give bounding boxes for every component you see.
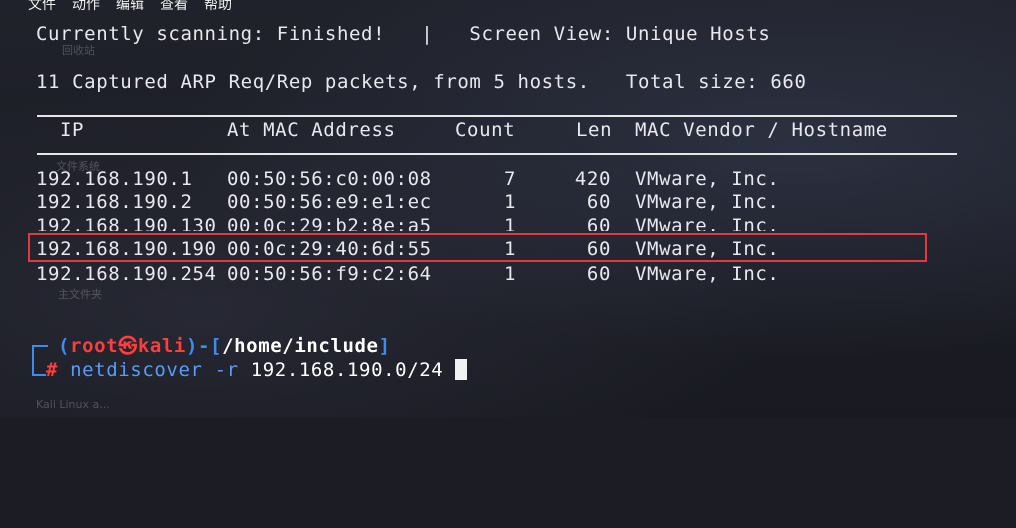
terminal-output[interactable]: Currently scanning: Finished! | Screen V…	[0, 0, 1016, 418]
cell-vendor: VMware, Inc.	[635, 168, 780, 190]
cell-ip: 192.168.190.254	[36, 263, 217, 285]
cell-ip: 192.168.190.130	[36, 215, 217, 231]
cell-mac: 00:50:56:e9:e1:ec	[227, 191, 432, 213]
cell-vendor: VMware, Inc.	[635, 215, 780, 231]
cell-len: 60	[586, 191, 611, 213]
shell-prompt-header: (root㉿kali)-[/home/include]	[58, 334, 391, 358]
cell-count: 1	[503, 215, 516, 231]
command-target: 192.168.190.0/24	[250, 359, 444, 381]
header-len: Len	[576, 119, 613, 141]
cell-count: 1	[503, 263, 516, 285]
table-top-rule	[37, 115, 957, 117]
cell-mac: 00:0c:29:b2:8e:a5	[227, 215, 432, 231]
table-row: 192.168.190.254 00:50:56:f9:c2:64 1 60 V…	[36, 262, 936, 286]
cell-mac: 00:50:56:c0:00:08	[227, 168, 432, 190]
cell-len: 60	[586, 215, 611, 231]
cell-len: 60	[586, 263, 611, 285]
scan-status-line: Currently scanning: Finished! | Screen V…	[36, 23, 771, 45]
prompt-user: root	[70, 335, 119, 357]
capture-summary-line: 11 Captured ARP Req/Rep packets, from 5 …	[36, 71, 807, 93]
command-line[interactable]: # netdiscover -r 192.168.190.0/24	[46, 358, 468, 382]
cell-len: 420	[574, 168, 611, 190]
table-row: 192.168.190.130 00:0c:29:b2:8e:a5 1 60 V…	[36, 214, 936, 231]
prompt-close: )-[	[185, 335, 223, 357]
header-ip: IP	[60, 119, 85, 141]
command-name: netdiscover	[70, 359, 203, 381]
header-count: Count	[455, 119, 516, 141]
prompt-hash: #	[46, 359, 59, 381]
table-header-row: IP At MAC Address Count Len MAC Vendor /…	[36, 118, 936, 142]
prompt-host: kali	[137, 335, 186, 357]
cell-mac: 00:50:56:f9:c2:64	[227, 263, 432, 285]
prompt-open-paren: (	[58, 335, 71, 357]
prompt-corner-bottom	[32, 362, 46, 376]
header-mac: At MAC Address	[227, 119, 396, 141]
command-flag: -r	[214, 359, 239, 381]
text-cursor	[455, 359, 468, 380]
cell-count: 1	[503, 191, 516, 213]
cell-vendor: VMware, Inc.	[635, 191, 780, 213]
prompt-path: /home/include	[222, 335, 379, 357]
cell-count: 7	[503, 168, 516, 190]
prompt-at-icon: ㉿	[118, 335, 138, 357]
table-header-rule	[37, 153, 957, 155]
header-vendor: MAC Vendor / Hostname	[635, 119, 888, 141]
table-row: 192.168.190.2 00:50:56:e9:e1:ec 1 60 VMw…	[36, 190, 936, 214]
table-row: 192.168.190.1 00:50:56:c0:00:08 7 420 VM…	[36, 167, 936, 191]
cell-ip: 192.168.190.2	[36, 191, 193, 213]
prompt-path-close: ]	[378, 335, 391, 357]
cell-ip: 192.168.190.1	[36, 168, 193, 190]
red-highlight-box	[28, 233, 927, 262]
cell-vendor: VMware, Inc.	[635, 263, 780, 285]
